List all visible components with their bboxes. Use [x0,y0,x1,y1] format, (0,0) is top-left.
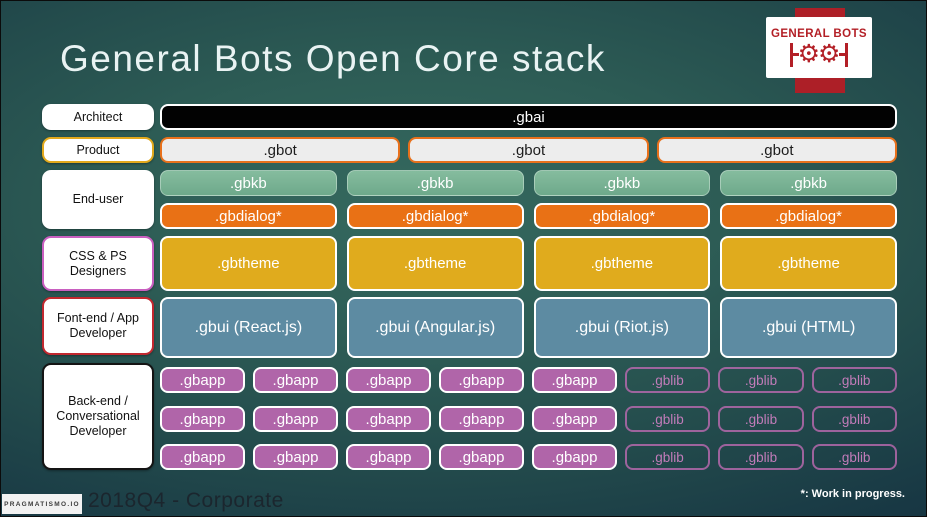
pragmatismo-logo: PRAGMATISMO.IO [2,494,82,514]
stack-box-gbapp: .gbapp [439,444,524,470]
stack-box-gbapp: .gbapp [253,444,338,470]
stack-box-gbtheme: .gbtheme [346,236,524,291]
role-label-product: Product [42,137,154,163]
stack-box-gblib: .gblib [625,406,711,432]
page-title: General Bots Open Core stack [60,38,606,79]
stack-box-gblib: .gblib [811,444,897,470]
stack-box-gbdialog: .gbdialog* [346,203,524,229]
row-gbapp-3: .gbapp .gbapp .gbapp .gbapp .gbapp .gbli… [160,444,897,470]
stack-box-gbdialog: .gbdialog* [533,203,711,229]
role-label-css-ps-designers: CSS & PS Designers [42,236,154,291]
logo-brand-text: GENERAL BOTS [771,28,867,40]
work-in-progress-note: *: Work in progress. [800,488,905,500]
stack-box-gbtheme: .gbtheme [533,236,711,291]
stack-box-gbui-react: .gbui (React.js) [160,297,337,358]
stack-box-gbui-riot: .gbui (Riot.js) [533,297,711,358]
stack-box-gbot: .gbot [408,137,649,163]
stack-box-gblib: .gblib [625,367,711,393]
stack-box-gblib: .gblib [811,406,897,432]
row-gbapp-2: .gbapp .gbapp .gbapp .gbapp .gbapp .gbli… [160,406,897,432]
row-gbkb: .gbkb .gbkb .gbkb .gbkb [160,170,897,196]
stack-box-gbapp: .gbapp [439,406,524,432]
stack-box-gbapp: .gbapp [532,406,617,432]
stack-box-gbapp: .gbapp [160,406,245,432]
role-label-end-user: End-user [42,170,154,229]
stack-box-gblib: .gblib [718,444,804,470]
stack-box-gbkb: .gbkb [160,170,337,196]
row-gbdialog: .gbdialog* .gbdialog* .gbdialog* .gbdial… [160,203,897,229]
stack-box-gbtheme: .gbtheme [160,236,337,291]
stack-box-gbtheme: .gbtheme [720,236,897,291]
role-label-frontend-app-developer: Font-end / App Developer [42,297,154,355]
stack-box-gbkb: .gbkb [720,170,897,196]
stack-box-gbapp: .gbapp [160,444,245,470]
stack-box-gbui-html: .gbui (HTML) [720,297,897,358]
stack-box-gbui-angular: .gbui (Angular.js) [346,297,524,358]
role-label-architect: Architect [42,104,154,130]
stack-box-gbkb: .gbkb [346,170,524,196]
stack-box-gbapp: .gbapp [346,444,431,470]
stack-box-gblib: .gblib [811,367,897,393]
role-label-backend-conversational-developer: Back-end / Conversational Developer [42,363,154,470]
stack-box-gbapp: .gbapp [253,367,338,393]
row-gbui: .gbui (React.js) .gbui (Angular.js) .gbu… [160,297,897,358]
stack-box-gblib: .gblib [718,406,804,432]
stack-box-gbot: .gbot [160,137,401,163]
row-gbai: .gbai [160,104,897,130]
stack-box-gbapp: .gbapp [439,367,524,393]
gears-icon: ⚙ ⚙ [789,42,849,67]
row-gbot: .gbot .gbot .gbot [160,137,897,163]
general-bots-logo: GENERAL BOTS ⚙ ⚙ [766,17,872,78]
stack-box-gblib: .gblib [718,367,804,393]
row-gbtheme: .gbtheme .gbtheme .gbtheme .gbtheme [160,236,897,291]
stack-box-gbapp: .gbapp [346,367,431,393]
stack-box-gbapp: .gbapp [532,367,617,393]
stack-box-gbkb: .gbkb [533,170,711,196]
stack-box-gbapp: .gbapp [346,406,431,432]
slide-caption: 2018Q4 - Corporate [88,489,284,512]
stack-box-gbdialog: .gbdialog* [720,203,897,229]
stack-box-gbapp: .gbapp [253,406,338,432]
stack-box-gbapp: .gbapp [160,367,245,393]
stack-box-gbapp: .gbapp [532,444,617,470]
stack-box-gbdialog: .gbdialog* [160,203,337,229]
stack-box-gbot: .gbot [656,137,897,163]
stack-box-gblib: .gblib [625,444,711,470]
stack-box-gbai: .gbai [160,104,897,130]
row-gbapp-1: .gbapp .gbapp .gbapp .gbapp .gbapp .gbli… [160,367,897,393]
